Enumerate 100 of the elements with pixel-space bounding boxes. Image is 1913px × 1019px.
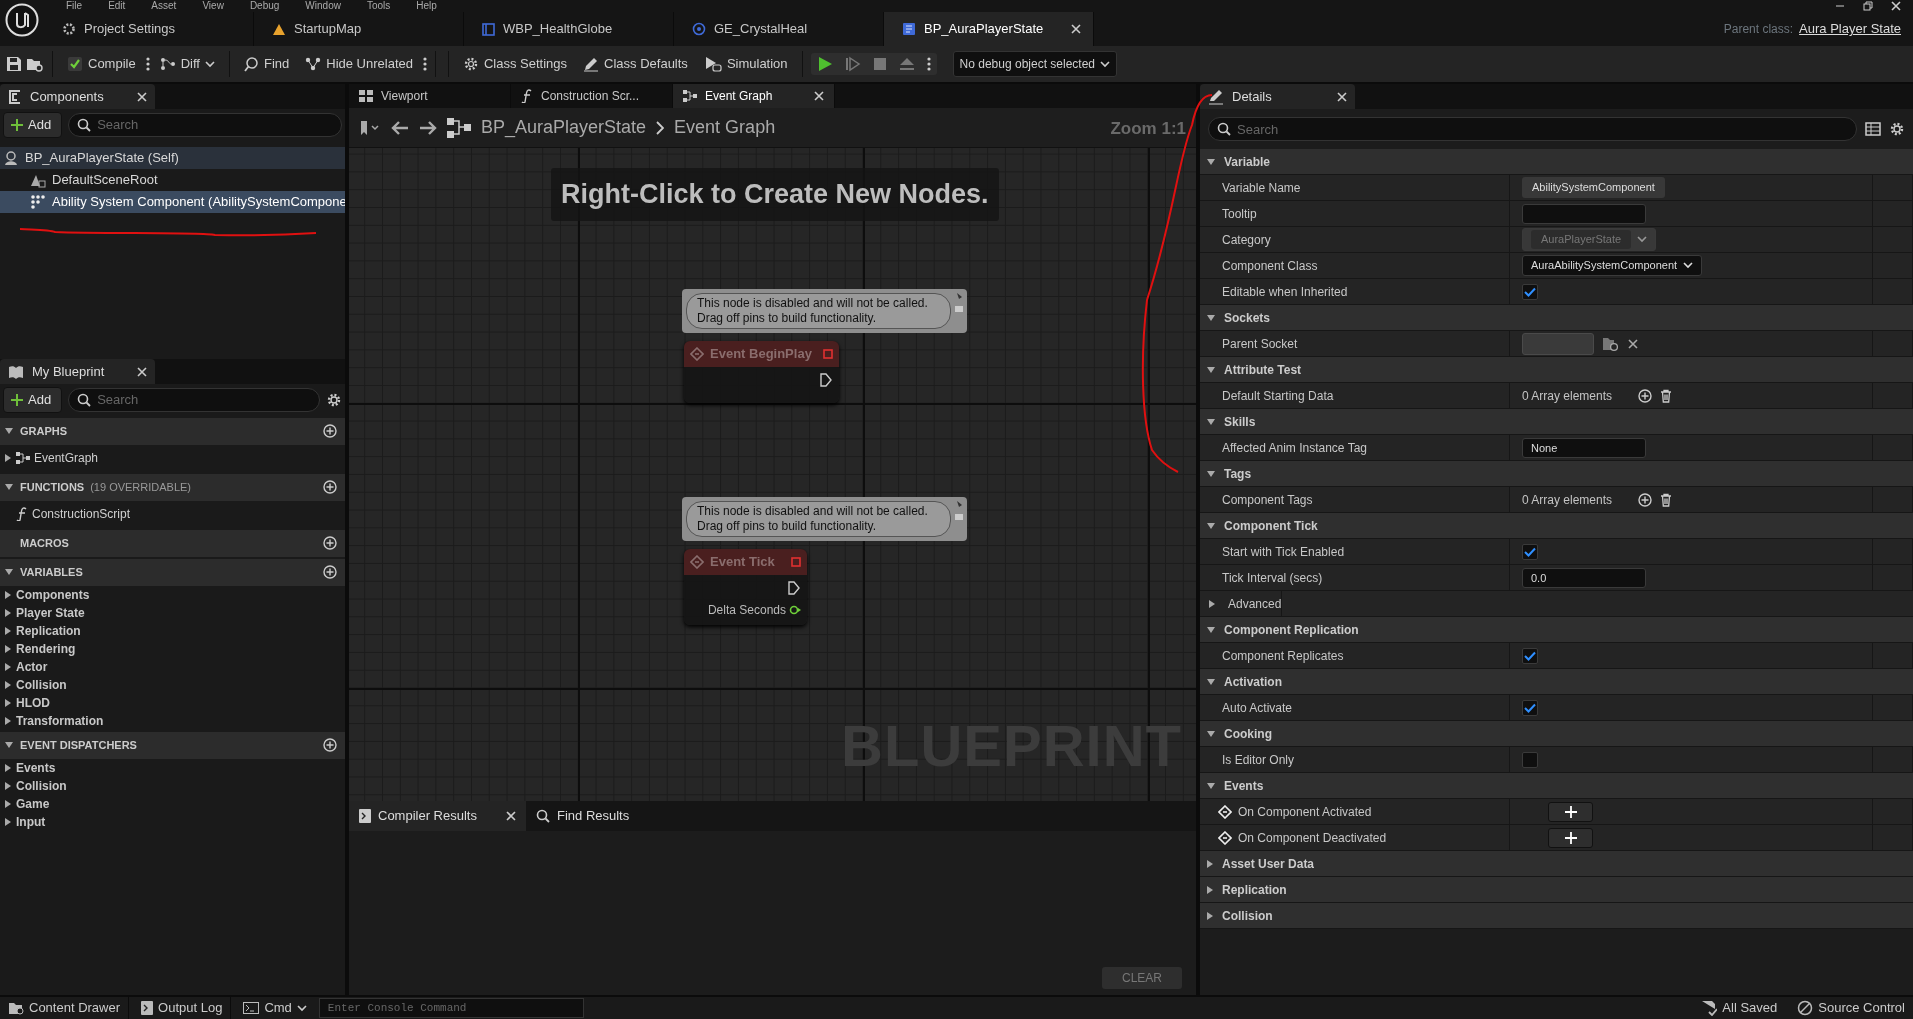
menu-item[interactable]: File [66,0,83,12]
menu-item[interactable]: Asset [151,0,177,12]
class-dropdown[interactable]: AuraAbilitySystemComponent [1522,255,1703,276]
close-icon[interactable] [1891,1,1901,11]
cmd-dropdown[interactable]: Cmd [235,996,315,1019]
menu-item[interactable]: View [202,0,224,12]
more-options-icon[interactable] [145,56,150,72]
pin-icon[interactable] [954,292,964,314]
toolbar-button[interactable]: Compile [61,51,142,77]
socket-field[interactable] [1522,332,1594,355]
collapse-triangle-icon[interactable] [1206,313,1216,322]
expand-triangle-icon[interactable] [4,625,12,636]
forward-arrow-icon[interactable] [419,120,437,135]
checkbox[interactable] [1522,751,1538,768]
blueprint-item[interactable]: Events [0,758,345,777]
browse-folder-icon[interactable] [1602,335,1620,352]
collapse-triangle-icon[interactable] [1206,521,1216,530]
component-tree-item[interactable]: DefaultSceneRoot [0,168,345,191]
panel-tab[interactable]: Details [1200,84,1355,109]
status-bar-button[interactable]: Output Log [133,996,232,1019]
search-field[interactable]: Search [1208,117,1857,141]
search-field[interactable]: Search [68,112,342,137]
add-circle-icon[interactable] [323,480,337,494]
blueprint-item[interactable]: Collision [0,675,345,694]
checkbox[interactable] [1522,543,1538,560]
menu-item[interactable]: Edit [108,0,126,12]
menu-item[interactable]: Tools [366,0,391,12]
results-tab[interactable]: Compiler Results [349,801,526,831]
name-field[interactable]: AbilitySystemComponent [1522,177,1665,198]
more-options-icon[interactable] [926,56,931,72]
settings-icon[interactable] [326,391,342,408]
close-icon[interactable] [137,91,147,102]
add-button[interactable]: Add [3,387,63,413]
expand-triangle-icon[interactable] [4,715,12,726]
add-circle-icon[interactable] [323,536,337,550]
add-button[interactable]: Add [3,112,63,138]
toolbar-button[interactable]: Class Defaults [577,51,694,77]
collapse-triangle-icon[interactable] [1206,729,1216,738]
expand-triangle-icon[interactable] [1208,598,1216,609]
expand-triangle-icon[interactable] [4,661,12,672]
stop-icon[interactable] [872,57,887,71]
text-field[interactable] [1522,203,1646,224]
status-bar-button[interactable]: All Saved [1693,996,1786,1019]
expand-triangle-icon[interactable] [4,453,12,463]
blueprint-item[interactable]: Replication [0,621,345,640]
graph-canvas[interactable] [349,148,1196,801]
expand-triangle-icon[interactable] [4,643,12,654]
panel-tab[interactable]: Components [0,84,155,109]
collapse-triangle-icon[interactable] [1206,157,1216,166]
expand-triangle-icon[interactable] [4,816,12,827]
checkbox[interactable] [1522,283,1538,300]
blueprint-item[interactable]: HLOD [0,693,345,712]
console-input[interactable]: Enter Console Command [318,998,584,1018]
toolbar-button[interactable]: Find [237,51,296,77]
add-circle-icon[interactable] [1638,492,1653,507]
close-icon[interactable] [137,366,147,377]
save-icon[interactable] [6,56,22,72]
more-options-icon[interactable] [422,56,427,72]
blueprint-item[interactable]: Rendering [0,639,345,658]
expand-triangle-icon[interactable] [1206,884,1214,895]
add-circle-icon[interactable] [323,565,337,579]
checkbox[interactable] [1522,699,1538,716]
editor-tab[interactable]: Event Graph [673,84,835,108]
expand-triangle-icon[interactable] [4,679,12,690]
play-icon[interactable] [816,56,833,72]
float-pin-icon[interactable] [789,605,801,615]
expand-triangle-icon[interactable] [4,780,12,791]
close-icon[interactable] [1337,91,1347,102]
breadcrumb-item[interactable]: BP_AuraPlayerState [481,114,647,141]
add-event-button[interactable] [1548,827,1593,848]
status-bar-button[interactable]: Content Drawer [0,996,130,1019]
table-view-icon[interactable] [1865,122,1881,136]
expand-triangle-icon[interactable] [4,697,12,708]
results-tab[interactable]: Find Results [526,801,640,831]
collapse-triangle-icon[interactable] [4,427,14,435]
step-icon[interactable] [844,56,861,72]
add-circle-icon[interactable] [1638,388,1653,403]
parent-class-link[interactable]: Aura Player State [1799,19,1901,39]
close-icon[interactable] [1071,24,1081,34]
text-field[interactable]: None [1522,437,1646,458]
panel-tab[interactable]: My Blueprint [0,359,155,384]
expand-triangle-icon[interactable] [1206,858,1214,869]
status-bar-button[interactable]: Source Control [1789,996,1913,1019]
blueprint-item[interactable]: Input [0,812,345,831]
bookmark-icon[interactable] [359,119,381,136]
settings-icon[interactable] [1889,121,1905,137]
collapse-triangle-icon[interactable] [1206,417,1216,426]
restore-icon[interactable] [1863,1,1873,11]
browse-folder-icon[interactable] [26,56,44,72]
blueprint-item[interactable]: Game [0,794,345,813]
pin-icon[interactable] [954,500,964,522]
toolbar-button[interactable]: Class Settings [456,51,574,77]
back-arrow-icon[interactable] [391,120,409,135]
close-icon[interactable] [1628,338,1638,349]
blueprint-item[interactable]: Actor [0,657,345,676]
trash-icon[interactable] [1660,492,1673,507]
blueprint-item[interactable]: Transformation [0,711,345,730]
collapse-triangle-icon[interactable] [4,741,14,749]
add-event-button[interactable] [1548,801,1593,822]
toolbar-button[interactable]: Hide Unrelated [299,51,419,77]
